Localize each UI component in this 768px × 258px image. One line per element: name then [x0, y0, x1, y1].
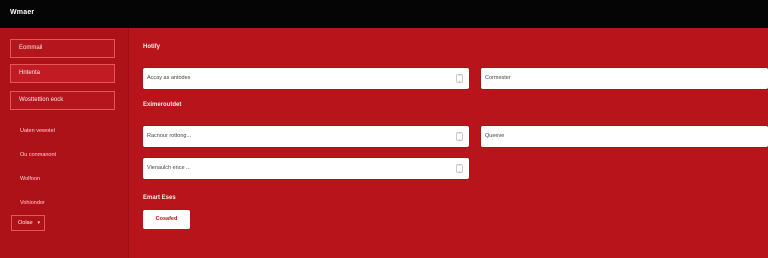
section-title-emart: Emart Eses — [143, 195, 176, 201]
stepper-icon[interactable]: ⌃ ⌄ — [456, 74, 463, 83]
sidebar-item-hntenta[interactable]: Hntenta — [10, 64, 115, 83]
field-vienaulch[interactable]: Vienaulch ence ... ⌃ ⌄ — [143, 158, 469, 179]
dropdown-value: Oolae — [18, 220, 33, 226]
top-bar: Wmaer — [0, 0, 768, 28]
sidebar-link-ou[interactable]: Ou conmanont — [20, 152, 56, 158]
sidebar-link-wolfoon[interactable]: Wolfoon — [20, 176, 40, 182]
field-value: Accay as antodes — [147, 75, 191, 81]
main-content: Hotify Accay as antodes ⌃ ⌄ Cormester Exi… — [128, 28, 768, 258]
section-title-eximeroutdet: Eximeroutdet — [143, 102, 182, 108]
field-value: Racnour rottong... — [147, 133, 192, 139]
field-value: Cormester — [485, 75, 511, 81]
sidebar-item-eommail[interactable]: Eommail — [10, 39, 115, 58]
submit-button[interactable]: Cosafed — [143, 210, 190, 229]
stepper-icon[interactable]: ⌃ ⌄ — [456, 164, 463, 173]
sidebar-item-wosttettion[interactable]: Wosttettion eock — [10, 91, 115, 110]
sidebar-link-uaten[interactable]: Uaten vewotel — [20, 128, 55, 134]
sidebar-link-vohiondor[interactable]: Vohiondor — [20, 200, 45, 206]
field-accay[interactable]: Accay as antodes ⌃ ⌄ — [143, 68, 469, 89]
field-cormester[interactable]: Cormester — [481, 68, 768, 89]
sidebar-dropdown[interactable]: Oolae ▾ — [11, 215, 45, 231]
field-queeve[interactable]: Queeve — [481, 126, 768, 147]
app-title: Wmaer — [10, 9, 35, 16]
stepper-icon[interactable]: ⌃ ⌄ — [456, 132, 463, 141]
field-value: Queeve — [485, 133, 505, 139]
field-value: Vienaulch ence ... — [147, 165, 191, 171]
chevron-down-icon: ▾ — [37, 220, 40, 226]
section-title-hotify: Hotify — [143, 44, 160, 50]
field-racnour[interactable]: Racnour rottong... ⌃ ⌄ — [143, 126, 469, 147]
sidebar: Eommail Hntenta Wosttettion eock Uaten v… — [0, 28, 129, 258]
